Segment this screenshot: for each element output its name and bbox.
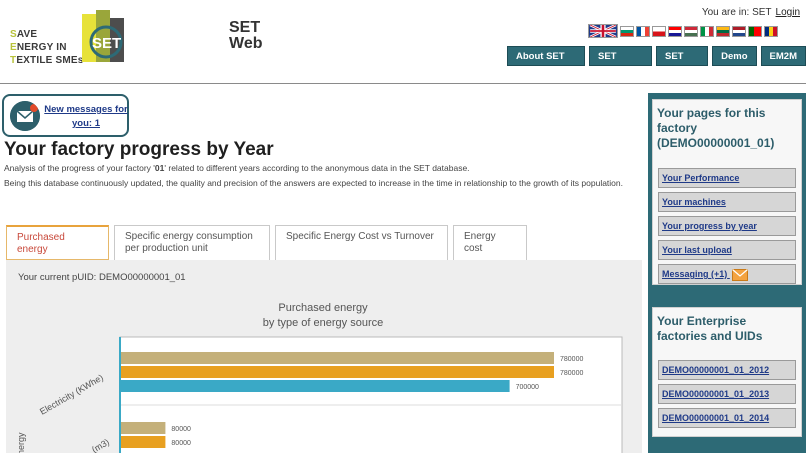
bar-1-1 [121,436,166,448]
logo-mark-text: SET [92,35,121,52]
sidebar-item-uid-2014[interactable]: DEMO00000001_01_2014 [658,408,796,428]
bar-0-1 [121,366,554,378]
page-intro: Analysis of the progress of your factory… [4,161,646,190]
bar-1-0 [121,422,166,434]
site-header: SAVE ENERGY IN TEXTILE SMEs SET SET Web … [0,0,806,84]
flag-uk-icon[interactable] [588,24,618,38]
bar-value-label-0-0: 780000 [560,356,583,363]
location-text: You are in: SET [701,7,772,18]
envelope-icon[interactable] [10,101,40,131]
enterprise-title: Your Enterprise factories and UIDs [657,314,763,343]
purchased-energy-chart: Purchased energy by type of energy sourc… [16,302,623,453]
main-nav: About SET Web SET Project SET Tool Demo … [507,46,806,82]
bar-0-2 [121,380,510,392]
set-logo[interactable]: SAVE ENERGY IN TEXTILE SMEs SET [10,8,128,66]
chart-panel: Your current pUID: DEMO00000001_01 Purch… [6,260,642,453]
bar-value-label-0-1: 780000 [560,370,583,377]
tab-purchased-energy[interactable]: Purchased energy [6,225,109,260]
flag-ro-icon[interactable] [764,26,778,37]
category-label-m3: (m3) [90,437,111,453]
messaging-label: Messaging (+1) [662,269,728,279]
sidebar-item-last-upload[interactable]: Your last upload [658,240,796,260]
factory-pages-title: Your pages for this factory (DEMO0000000… [657,106,775,150]
flag-hr-icon[interactable] [668,26,682,37]
language-flags [588,24,780,38]
intro-line-2: Being this database continuously updated… [4,177,623,188]
user-location: You are in: SET Login [702,7,800,18]
nav-set-tool[interactable]: SET Tool [655,46,709,82]
sidebar: Your pages for this factory (DEMO0000000… [648,93,806,453]
sidebar-item-machines[interactable]: Your machines [658,192,796,212]
flag-cz-icon[interactable] [652,26,666,37]
category-label-electricity: Electricity (KWhe) [38,372,105,416]
y-axis-label: energy [16,432,26,453]
new-messages-link[interactable]: New messages for you: 1 [44,103,128,131]
flag-hu-icon[interactable] [684,26,698,37]
logo-mark-icon: SET [82,10,124,62]
sidebar-item-progress-by-year[interactable]: Your progress by year [658,216,796,236]
flag-lt-icon[interactable] [716,26,730,37]
bar-value-label-1-1: 80000 [171,440,191,447]
chart-subtitle: by type of energy source [263,317,383,329]
tab-specific-energy-cost[interactable]: Specific Energy Cost vs Turnover [275,225,448,260]
bar-value-label-0-2: 700000 [516,384,539,391]
sidebar-item-messaging[interactable]: Messaging (+1) [658,264,796,284]
enterprise-block: Your Enterprise factories and UIDs DEMO0… [652,307,802,437]
factory-pages-block: Your pages for this factory (DEMO0000000… [652,99,802,285]
chart-tabs: Purchased energy Specific energy consump… [6,225,532,260]
logo-text: SAVE ENERGY IN TEXTILE SMEs [10,29,84,66]
page-title: Your factory progress by Year [4,139,274,160]
flag-nl-icon[interactable] [732,26,746,37]
login-link[interactable]: Login [776,7,800,18]
sidebar-item-uid-2012[interactable]: DEMO00000001_01_2012 [658,360,796,380]
tab-specific-energy-consumption[interactable]: Specific energy consumption per producti… [114,225,270,260]
sidebar-item-performance[interactable]: Your Performance [658,168,796,188]
intro-line-1: Analysis of the progress of your factory… [4,163,470,173]
nav-demo[interactable]: Demo [712,46,757,66]
sidebar-item-uid-2013[interactable]: DEMO00000001_01_2013 [658,384,796,404]
flag-pt-icon[interactable] [748,26,762,37]
nav-set-project[interactable]: SET Project [588,46,652,82]
chart-title: Purchased energy [278,302,368,314]
flag-fr-icon[interactable] [636,26,650,37]
mail-icon [731,268,748,281]
nav-about-set-web[interactable]: About SET Web [507,46,585,82]
bar-0-0 [121,352,554,364]
site-title: SET Web [229,19,263,52]
bar-value-label-1-0: 80000 [171,426,191,433]
tab-energy-cost[interactable]: Energy cost [453,225,527,260]
flag-bg-icon[interactable] [620,26,634,37]
flag-it-icon[interactable] [700,26,714,37]
messages-box: New messages for you: 1 [2,94,129,137]
nav-em2m[interactable]: EM2M [760,46,806,66]
